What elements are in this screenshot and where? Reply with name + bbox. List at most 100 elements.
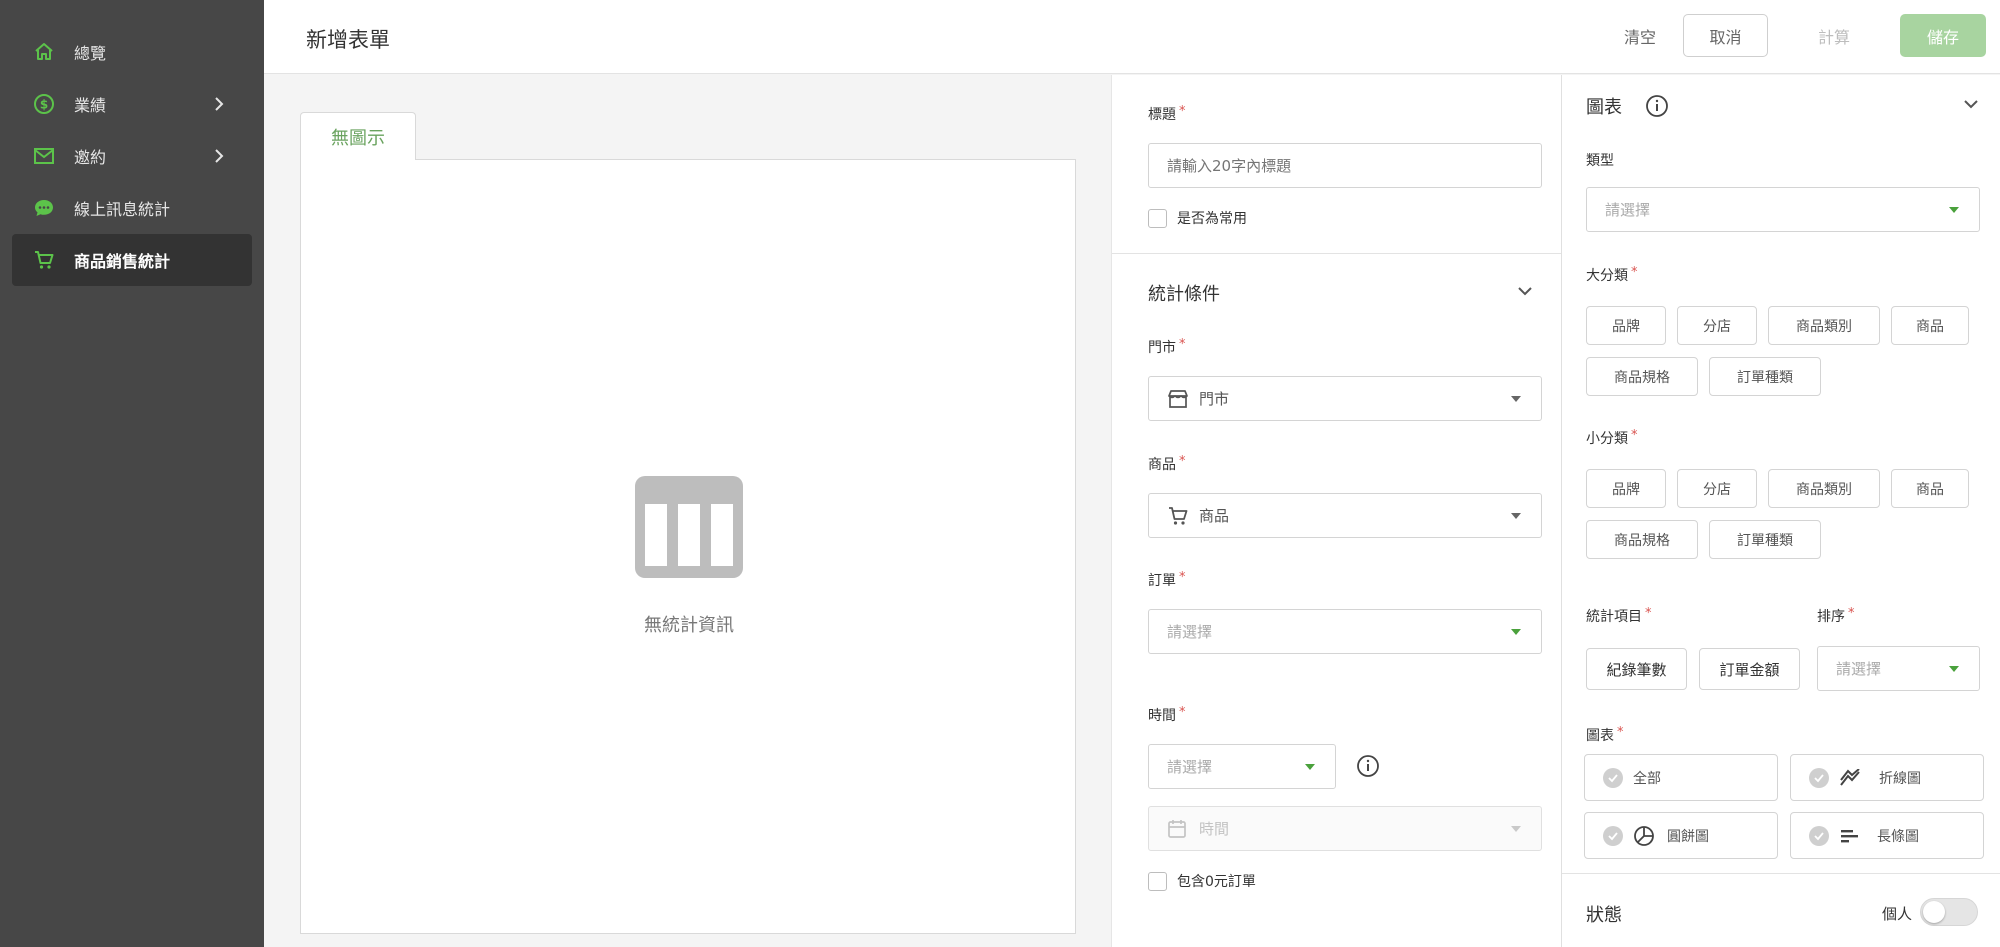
caret-down-icon: [1511, 826, 1521, 832]
store-select[interactable]: 門市: [1148, 376, 1542, 421]
sort-placeholder: 請選擇: [1836, 660, 1882, 678]
zero-order-checkbox-row[interactable]: 包含0元訂單: [1148, 871, 1256, 891]
title-input[interactable]: [1148, 143, 1542, 188]
title-label: 標題 *: [1148, 104, 1186, 123]
chevron-right-icon: [208, 145, 230, 167]
minor-option[interactable]: 分店: [1677, 469, 1757, 508]
chevron-down-icon[interactable]: [1514, 280, 1536, 302]
chart-option-label: 圓餅圖: [1667, 828, 1709, 845]
check-icon: [1809, 767, 1829, 788]
section-divider: [1562, 873, 2000, 874]
common-checkbox[interactable]: [1148, 208, 1167, 228]
form-panel: 標題* 是否為常用 統計條件 門市* 門市 商品* 商品 訂單* 請選擇 時間*…: [1111, 75, 1562, 947]
chart-type-placeholder: 請選擇: [1605, 201, 1651, 219]
stat-option[interactable]: 紀錄筆數: [1586, 648, 1687, 690]
common-checkbox-row[interactable]: 是否為常用: [1148, 208, 1247, 228]
major-category-label: 大分類 *: [1586, 265, 1638, 284]
svg-text:$: $: [40, 98, 48, 112]
time-date-select[interactable]: 時間: [1148, 806, 1542, 851]
chart-option-bar[interactable]: 長條圖: [1790, 812, 1984, 859]
store-icon: [1167, 388, 1189, 410]
major-option[interactable]: 訂單種類: [1709, 357, 1821, 396]
cancel-button[interactable]: 取消: [1683, 14, 1768, 57]
caret-down-icon: [1511, 513, 1521, 519]
sidebar-item-performance[interactable]: $ 業績: [12, 78, 252, 130]
order-select[interactable]: 請選擇: [1148, 609, 1542, 654]
major-option[interactable]: 商品規格: [1586, 357, 1698, 396]
tab-no-chart[interactable]: 無圖示: [300, 112, 416, 160]
save-button[interactable]: 儲存: [1900, 14, 1986, 57]
dollar-icon: $: [32, 92, 56, 116]
chart-option-pie[interactable]: 圓餅圖: [1584, 812, 1778, 859]
time-label: 時間 *: [1148, 705, 1186, 724]
chart-option-line[interactable]: 折線圖: [1790, 754, 1984, 801]
minor-option[interactable]: 商品: [1891, 469, 1969, 508]
minor-option[interactable]: 品牌: [1586, 469, 1666, 508]
zero-order-label: 包含0元訂單: [1177, 874, 1256, 890]
minor-option[interactable]: 商品類別: [1768, 469, 1880, 508]
time-range-placeholder: 請選擇: [1167, 758, 1213, 776]
store-label: 門市 *: [1148, 337, 1186, 356]
preview-panel: 無統計資訊: [300, 159, 1076, 934]
check-icon: [1603, 825, 1623, 846]
caret-down-icon: [1949, 666, 1959, 672]
sidebar-item-overview[interactable]: 總覽: [12, 26, 252, 78]
calendar-icon: [1167, 818, 1189, 840]
minor-option[interactable]: 商品規格: [1586, 520, 1698, 559]
table-icon: [635, 476, 743, 578]
clear-button[interactable]: 清空: [1615, 14, 1665, 57]
calculate-button[interactable]: 計算: [1804, 14, 1864, 57]
sidebar-item-label: 業績: [74, 96, 107, 115]
product-select[interactable]: 商品: [1148, 493, 1542, 538]
major-option[interactable]: 分店: [1677, 306, 1757, 345]
info-icon[interactable]: [1356, 754, 1380, 778]
chart-panel-title: 圖表: [1586, 97, 1622, 118]
product-label: 商品 *: [1148, 454, 1186, 473]
section-divider: [1112, 253, 1562, 254]
sort-label: 排序 *: [1817, 606, 1855, 625]
chart-option-label: 折線圖: [1879, 770, 1921, 787]
cart-icon: [1167, 505, 1189, 527]
mail-icon: [32, 144, 56, 168]
minor-category-label: 小分類 *: [1586, 428, 1638, 447]
minor-option[interactable]: 訂單種類: [1709, 520, 1821, 559]
time-range-select[interactable]: 請選擇: [1148, 744, 1336, 789]
order-placeholder: 請選擇: [1167, 623, 1213, 641]
toggle-knob: [1923, 901, 1945, 923]
check-icon: [1809, 825, 1829, 846]
caret-down-icon: [1305, 764, 1315, 770]
chart-type-select[interactable]: 請選擇: [1586, 187, 1980, 232]
sidebar-item-invite[interactable]: 邀約: [12, 130, 252, 182]
status-title: 狀態: [1586, 905, 1622, 926]
store-value: 門市: [1199, 390, 1230, 408]
sidebar-item-product-sales[interactable]: 商品銷售統計: [12, 234, 252, 286]
home-icon: [32, 40, 56, 64]
chart-option-all[interactable]: 全部: [1584, 754, 1778, 801]
stat-option[interactable]: 訂單金額: [1699, 648, 1800, 690]
check-icon: [1603, 767, 1623, 788]
chart-option-label: 長條圖: [1877, 828, 1919, 845]
major-option[interactable]: 商品: [1891, 306, 1969, 345]
common-checkbox-label: 是否為常用: [1177, 211, 1247, 227]
type-label: 類型: [1586, 153, 1614, 169]
chevron-down-icon[interactable]: [1960, 93, 1982, 115]
info-icon[interactable]: [1645, 94, 1669, 118]
sort-select[interactable]: 請選擇: [1817, 646, 1980, 691]
personal-toggle[interactable]: [1920, 898, 1978, 926]
major-option[interactable]: 商品類別: [1768, 306, 1880, 345]
empty-state-text: 無統計資訊: [644, 615, 734, 636]
chevron-right-icon: [208, 93, 230, 115]
zero-order-checkbox[interactable]: [1148, 871, 1167, 891]
chat-icon: [32, 196, 56, 220]
major-option[interactable]: 品牌: [1586, 306, 1666, 345]
caret-down-icon: [1949, 207, 1959, 213]
conditions-title: 統計條件: [1148, 284, 1220, 305]
caret-down-icon: [1511, 629, 1521, 635]
chart-option-label: 全部: [1633, 770, 1661, 787]
bar-chart-icon: [1839, 828, 1859, 844]
sidebar-item-online-messages[interactable]: 線上訊息統計: [12, 182, 252, 234]
pie-chart-icon: [1633, 825, 1655, 847]
product-value: 商品: [1199, 507, 1230, 525]
order-label: 訂單 *: [1148, 570, 1186, 589]
preview-area: 無圖示 無統計資訊: [300, 112, 1076, 934]
